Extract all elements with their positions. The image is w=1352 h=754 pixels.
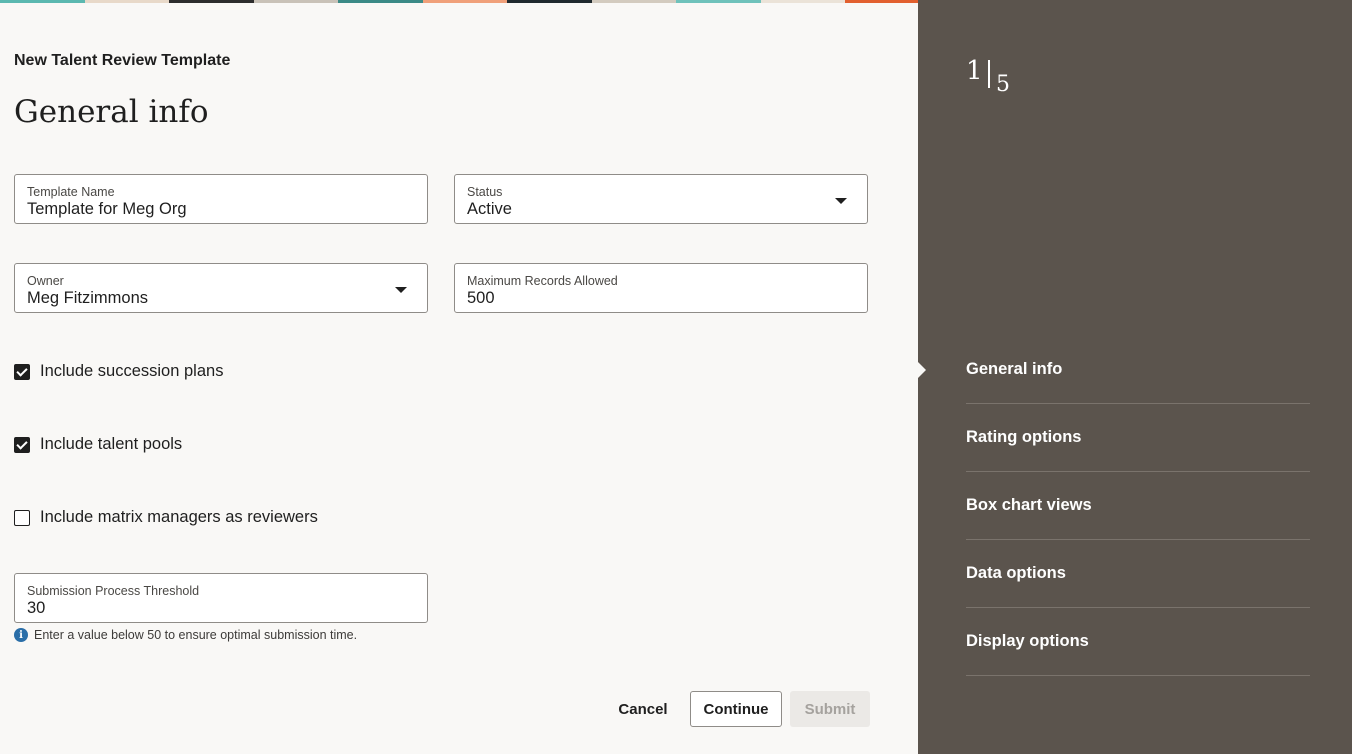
template-name-label: Template Name xyxy=(27,185,115,199)
matrix-managers-label: Include matrix managers as reviewers xyxy=(40,508,318,526)
step-rating-options[interactable]: Rating options xyxy=(966,404,1310,472)
owner-value[interactable]: Meg Fitzimmons xyxy=(27,289,148,308)
matrix-managers-checkbox[interactable]: Include matrix managers as reviewers xyxy=(14,508,318,527)
max-records-field[interactable]: Maximum Records Allowed 500 xyxy=(454,263,868,313)
chevron-down-icon[interactable] xyxy=(395,287,407,293)
main-panel: New Talent Review Template General info … xyxy=(0,0,918,754)
step-general-info[interactable]: General info xyxy=(966,336,1310,404)
step-sidebar: 1 5 General info Rating options Box char… xyxy=(916,0,1352,754)
submit-button[interactable]: Submit xyxy=(790,691,870,727)
succession-plans-checkbox[interactable]: Include succession plans xyxy=(14,362,223,381)
threshold-value[interactable]: 30 xyxy=(27,599,45,618)
current-step: 1 xyxy=(966,56,983,86)
step-box-chart-views[interactable]: Box chart views xyxy=(966,472,1310,540)
owner-label: Owner xyxy=(27,274,64,288)
max-records-label: Maximum Records Allowed xyxy=(467,274,618,288)
talent-pools-label: Include talent pools xyxy=(40,435,183,453)
owner-select[interactable]: Owner Meg Fitzimmons xyxy=(14,263,428,313)
continue-button[interactable]: Continue xyxy=(690,691,782,727)
step-display-options[interactable]: Display options xyxy=(966,608,1310,676)
threshold-hint: i Enter a value below 50 to ensure optim… xyxy=(14,628,357,642)
max-records-value[interactable]: 500 xyxy=(467,289,495,308)
threshold-field[interactable]: Submission Process Threshold 30 xyxy=(14,573,428,623)
page-title: General info xyxy=(14,94,209,130)
total-steps: 5 xyxy=(996,72,1010,97)
info-icon: i xyxy=(14,628,28,642)
succession-plans-label: Include succession plans xyxy=(40,362,224,380)
step-divider xyxy=(988,60,990,88)
active-step-pointer-icon xyxy=(916,360,926,380)
checkbox-icon[interactable] xyxy=(14,509,30,526)
cancel-button[interactable]: Cancel xyxy=(610,691,676,727)
chevron-down-icon[interactable] xyxy=(835,198,847,204)
threshold-label: Submission Process Threshold xyxy=(27,584,200,598)
checkbox-icon[interactable] xyxy=(14,436,30,453)
status-select[interactable]: Status Active xyxy=(454,174,868,224)
checkbox-icon[interactable] xyxy=(14,363,30,380)
template-name-field[interactable]: Template Name Template for Meg Org xyxy=(14,174,428,224)
step-data-options[interactable]: Data options xyxy=(966,540,1310,608)
status-label: Status xyxy=(467,185,503,199)
talent-pools-checkbox[interactable]: Include talent pools xyxy=(14,435,182,454)
page-subtitle: New Talent Review Template xyxy=(14,52,231,69)
template-name-value[interactable]: Template for Meg Org xyxy=(27,200,187,219)
threshold-hint-text: Enter a value below 50 to ensure optimal… xyxy=(34,628,358,642)
status-value[interactable]: Active xyxy=(467,200,512,219)
step-nav: General info Rating options Box chart vi… xyxy=(966,336,1310,676)
